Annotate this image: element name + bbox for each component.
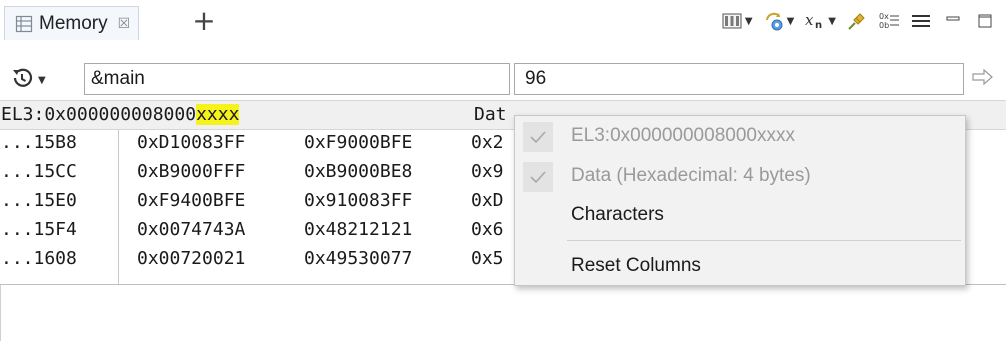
menu-item-label: Data (Hexadecimal: 4 bytes) xyxy=(571,165,811,186)
checkmark-icon xyxy=(523,122,553,152)
history-icon xyxy=(10,66,34,94)
address-cell: ...15F4 xyxy=(1,219,77,240)
data-column-header[interactable]: Dat xyxy=(474,104,507,125)
svg-text:n: n xyxy=(815,20,822,31)
view-menu-icon[interactable] xyxy=(910,10,932,32)
columns-button[interactable]: ▼ xyxy=(721,10,753,32)
address-cell: ...15CC xyxy=(1,161,77,182)
data-cell[interactable]: 0x5 xyxy=(471,248,504,269)
view-toolbar: ▼ ▼ x n ▼ 0x 0b xyxy=(721,8,996,34)
xn-format-icon: x n xyxy=(804,10,826,32)
menu-item-reset-columns[interactable]: Reset Columns xyxy=(515,248,965,286)
add-tab-icon[interactable]: + xyxy=(190,7,218,37)
chevron-down-icon[interactable]: ▼ xyxy=(745,16,753,27)
column-context-menu: EL3:0x000000008000xxxx Data (Hexadecimal… xyxy=(514,115,966,286)
frame-border xyxy=(0,285,1,341)
maximize-icon[interactable] xyxy=(974,10,996,32)
data-cell[interactable]: 0x9 xyxy=(471,161,504,182)
columns-icon xyxy=(721,10,743,32)
menu-separator xyxy=(567,240,961,241)
history-button[interactable]: ▼ xyxy=(10,64,70,96)
address-cell: ...15B8 xyxy=(1,132,77,153)
address-highlight: xxxx xyxy=(196,104,240,125)
menu-item-data-column: Data (Hexadecimal: 4 bytes) xyxy=(515,158,965,196)
data-cell[interactable]: 0xD10083FF xyxy=(137,132,245,153)
hex-format-icon[interactable]: 0x 0b xyxy=(878,10,900,32)
close-icon[interactable]: ☒ xyxy=(118,16,131,32)
menu-item-characters[interactable]: Characters xyxy=(515,197,965,235)
menu-item-label: Characters xyxy=(571,204,664,225)
data-cell[interactable]: 0x6 xyxy=(471,219,504,240)
menu-item-label: Reset Columns xyxy=(571,255,701,276)
pin-icon[interactable] xyxy=(846,10,868,32)
svg-text:0x: 0x xyxy=(879,12,889,21)
format-button[interactable]: x n ▼ xyxy=(804,10,836,32)
checkmark-icon xyxy=(523,162,553,192)
address-column-divider xyxy=(118,130,119,284)
chevron-down-icon[interactable]: ▼ xyxy=(38,75,46,86)
tab-memory[interactable]: Memory ☒ xyxy=(4,6,140,40)
menu-item-label: EL3:0x000000008000xxxx xyxy=(571,125,795,146)
address-bar: ▼ &main 96 xyxy=(0,62,1006,102)
address-input[interactable]: &main xyxy=(84,63,510,95)
data-cell[interactable]: 0xB9000BE8 xyxy=(304,161,412,182)
menu-item-address-column: EL3:0x000000008000xxxx xyxy=(515,118,965,156)
data-cell[interactable]: 0x00720021 xyxy=(137,248,245,269)
data-cell[interactable]: 0x49530077 xyxy=(304,248,412,269)
go-arrow-icon xyxy=(972,68,994,89)
data-cell[interactable]: 0x48212121 xyxy=(304,219,412,240)
minimize-icon[interactable] xyxy=(942,10,964,32)
memory-view-icon xyxy=(15,15,33,33)
svg-text:x: x xyxy=(805,11,814,29)
svg-text:0b: 0b xyxy=(879,21,889,30)
chevron-down-icon[interactable]: ▼ xyxy=(787,16,795,27)
data-cell[interactable]: 0xF9400BFE xyxy=(137,190,245,211)
data-cell[interactable]: 0x2 xyxy=(471,132,504,153)
address-cell: ...1608 xyxy=(1,248,77,269)
chevron-down-icon[interactable]: ▼ xyxy=(828,16,836,27)
data-cell[interactable]: 0xB9000FFF xyxy=(137,161,245,182)
data-cell[interactable]: 0x910083FF xyxy=(304,190,412,211)
refresh-settings-icon xyxy=(763,10,785,32)
view-tab-bar: Memory ☒ + ▼ ▼ x n ▼ 0x 0b xyxy=(0,0,1006,62)
go-button[interactable] xyxy=(968,66,998,92)
length-input[interactable]: 96 xyxy=(514,63,964,95)
data-cell[interactable]: 0xD xyxy=(471,190,504,211)
data-cell[interactable]: 0xF9000BFE xyxy=(304,132,412,153)
address-prefix: EL3:0x000000008000 xyxy=(1,104,197,125)
tab-memory-label: Memory xyxy=(39,12,108,34)
address-column-header[interactable]: EL3:0x000000008000xxxx xyxy=(1,104,240,125)
address-cell: ...15E0 xyxy=(1,190,77,211)
refresh-button[interactable]: ▼ xyxy=(763,10,795,32)
data-cell[interactable]: 0x0074743A xyxy=(137,219,245,240)
